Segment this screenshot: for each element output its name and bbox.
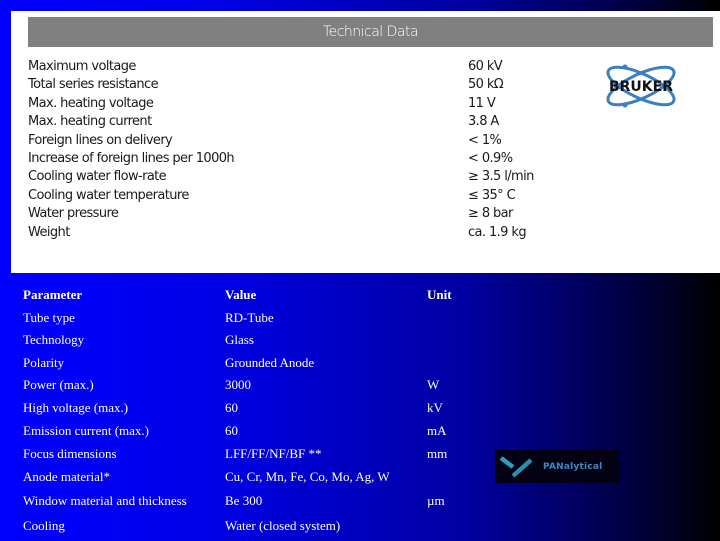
spec-value: 11 V bbox=[468, 95, 496, 111]
spec-value: ≤ 35° C bbox=[468, 187, 516, 203]
cell-value: Water (closed system) bbox=[225, 517, 341, 533]
cell-parameter: High voltage (max.) bbox=[23, 399, 129, 415]
cell-parameter: Focus dimensions bbox=[23, 446, 117, 462]
spec-value: < 0.9% bbox=[468, 150, 513, 166]
spec-value: 50 kΩ bbox=[468, 77, 504, 93]
cell-value: Cu, Cr, Mn, Fe, Co, Mo, Ag, W bbox=[225, 468, 390, 484]
cell-unit: W bbox=[427, 377, 440, 393]
cell-parameter: Cooling bbox=[23, 517, 65, 533]
spec-label: Max. heating current bbox=[28, 114, 152, 130]
panel-title: Technical Data bbox=[28, 17, 713, 47]
cell-parameter: Tube type bbox=[23, 309, 75, 325]
spec-label: Maximum voltage bbox=[28, 59, 136, 74]
spec-label: Increase of foreign lines per 1000h bbox=[28, 150, 235, 166]
cell-parameter: Polarity bbox=[23, 354, 65, 370]
spec-label: Foreign lines on delivery bbox=[28, 132, 173, 148]
spec-value: ≥ 8 bar bbox=[468, 206, 513, 222]
spec-value: 3.8 A bbox=[468, 114, 499, 130]
cell-parameter: Power (max.) bbox=[23, 377, 94, 393]
panalytical-logo-text: PANalytical bbox=[543, 461, 603, 472]
cell-value: Glass bbox=[225, 332, 254, 348]
cell-unit: mm bbox=[427, 446, 448, 462]
panalytical-logo: PANalytical bbox=[495, 450, 620, 483]
cell-parameter: Window material and thickness bbox=[23, 493, 187, 509]
spec-label: Cooling water temperature bbox=[28, 187, 189, 203]
header-value: Value bbox=[225, 287, 257, 302]
cell-parameter: Technology bbox=[23, 332, 85, 348]
spec-label: Max. heating voltage bbox=[28, 95, 154, 111]
spec-label: Weight bbox=[28, 224, 70, 240]
spec-label: Total series resistance bbox=[28, 77, 159, 93]
spec-value: ≥ 3.5 l/min bbox=[468, 169, 534, 185]
bruker-logo-text: BRUKER bbox=[609, 79, 673, 95]
spec-value: < 1% bbox=[468, 132, 502, 148]
spec-value: ca. 1.9 kg bbox=[468, 224, 527, 240]
header-parameter: Parameter bbox=[23, 287, 83, 302]
spec-label: Water pressure bbox=[28, 206, 119, 222]
cell-value: LFF/FF/NF/BF ** bbox=[225, 446, 322, 462]
cell-value: Grounded Anode bbox=[225, 354, 315, 370]
cell-value: 60 bbox=[225, 399, 238, 415]
cell-parameter: Anode material* bbox=[23, 468, 110, 484]
cell-value: Be 300 bbox=[225, 493, 263, 509]
header-unit: Unit bbox=[427, 287, 452, 302]
bruker-logo: BRUKER bbox=[595, 61, 687, 111]
spec-label: Cooling water flow-rate bbox=[28, 169, 167, 185]
cell-value: 3000 bbox=[225, 377, 251, 393]
cell-unit: kV bbox=[427, 399, 443, 415]
atom-orbit-icon: BRUKER bbox=[606, 64, 676, 108]
spec-value: 60 kV bbox=[468, 59, 503, 74]
cell-value: RD-Tube bbox=[225, 309, 274, 325]
technical-data-panel: Technical Data Maximum voltage 60 kV Tota… bbox=[11, 11, 720, 273]
cell-parameter: Emission current (max.) bbox=[23, 422, 149, 438]
cell-unit: mA bbox=[427, 422, 447, 438]
cell-value: 60 bbox=[225, 422, 238, 438]
panalytical-check-icon bbox=[499, 455, 533, 478]
cell-unit: µm bbox=[427, 493, 445, 509]
